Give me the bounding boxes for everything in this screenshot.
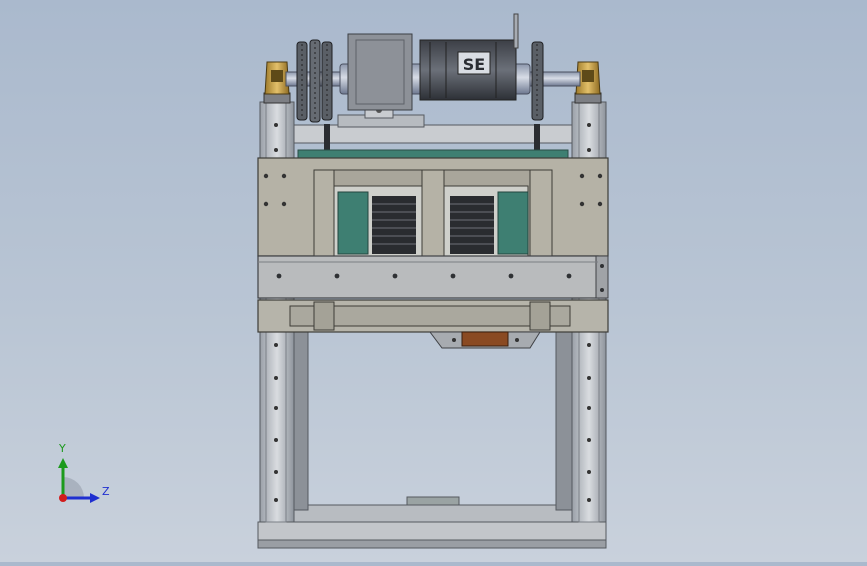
motor-brand-label: SE	[463, 55, 485, 74]
triad-z-label: Z	[102, 485, 110, 498]
orientation-triad[interactable]: Y Z	[48, 440, 128, 515]
triad-y-label: Y	[59, 442, 66, 455]
gear-motor: SE	[347, 13, 519, 111]
spring-stack-right	[450, 196, 494, 254]
cad-viewport[interactable]: SE Y Z	[0, 0, 867, 562]
carriage-plate	[257, 149, 609, 257]
cad-model-view[interactable]: SE	[0, 0, 867, 562]
base-frame	[257, 496, 607, 549]
mounting-beam	[257, 255, 609, 299]
top-cross-beam	[293, 101, 573, 144]
bottom-bracket	[429, 331, 541, 349]
sprocket-right	[531, 41, 544, 121]
lower-guide-rail	[257, 299, 609, 333]
sprocket-group-left	[296, 39, 333, 123]
spring-stack-left	[372, 196, 416, 254]
